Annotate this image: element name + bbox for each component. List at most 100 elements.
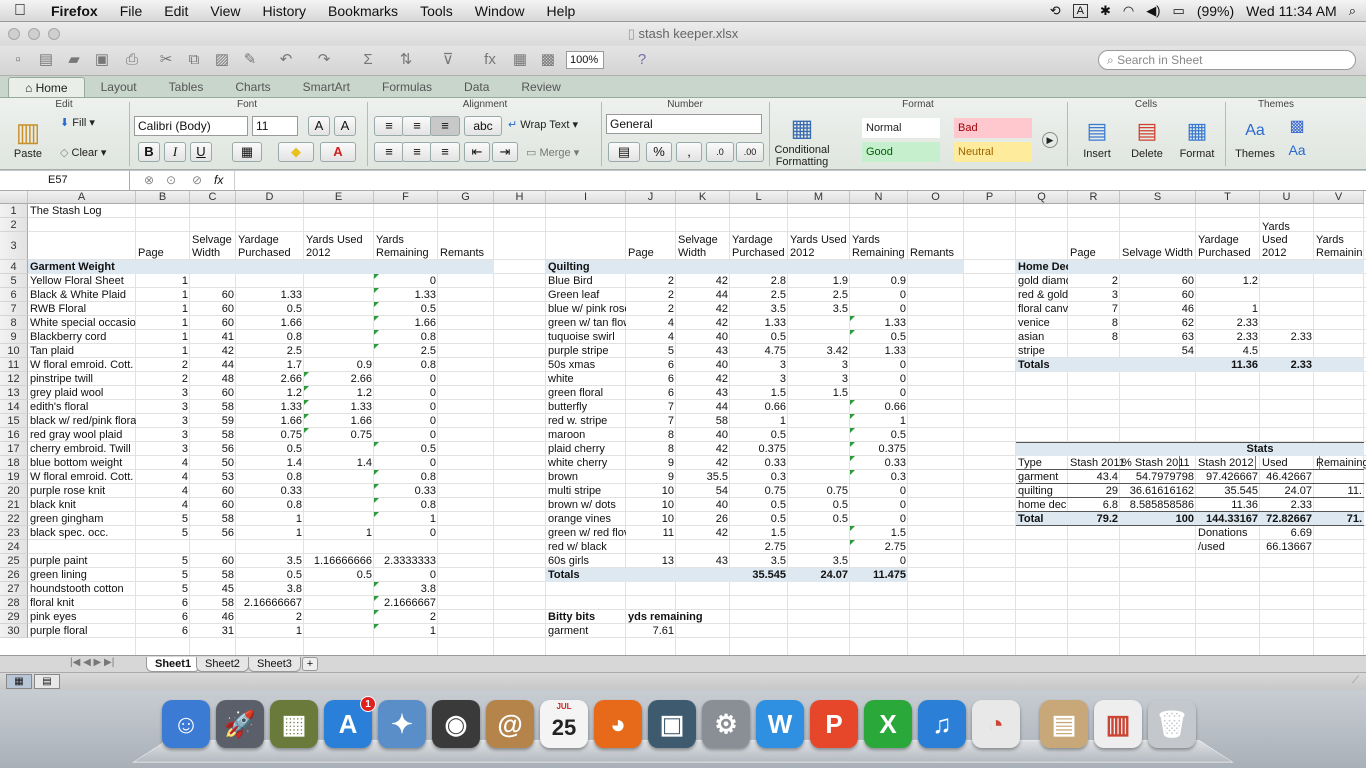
italic-icon[interactable]: I bbox=[164, 142, 186, 162]
address-book-icon[interactable]: @ bbox=[486, 700, 534, 748]
cell-N3[interactable]: Yards Remaining bbox=[850, 232, 908, 260]
cell-L26[interactable]: 35.545 bbox=[730, 568, 788, 582]
row-header-4[interactable]: 4 bbox=[0, 260, 28, 274]
cell-K25[interactable]: 43 bbox=[676, 554, 730, 568]
cell-D22[interactable]: 1 bbox=[236, 512, 304, 526]
cell-Q10[interactable]: stripe bbox=[1016, 344, 1068, 358]
row-header-20[interactable]: 20 bbox=[0, 484, 28, 498]
cell-Q11[interactable]: Totals bbox=[1016, 358, 1068, 372]
cell-A27[interactable]: houndstooth cotton bbox=[28, 582, 136, 596]
cell-B25[interactable]: 5 bbox=[136, 554, 190, 568]
cell-N23[interactable]: 1.5 bbox=[850, 526, 908, 540]
cell-M12[interactable]: 3 bbox=[788, 372, 850, 386]
cell-F23[interactable]: 0 bbox=[374, 526, 438, 540]
cell-D16[interactable]: 0.75 bbox=[236, 428, 304, 442]
cell-C11[interactable]: 44 bbox=[190, 358, 236, 372]
align-right-icon[interactable]: ≡ bbox=[430, 142, 460, 162]
cell-N14[interactable]: 0.66 bbox=[850, 400, 908, 414]
cell-L7[interactable]: 3.5 bbox=[730, 302, 788, 316]
cell-D30[interactable]: 1 bbox=[236, 624, 304, 638]
cell-N12[interactable]: 0 bbox=[850, 372, 908, 386]
cell-B11[interactable]: 2 bbox=[136, 358, 190, 372]
cell-E14[interactable]: 1.33 bbox=[304, 400, 374, 414]
cell-E25[interactable]: 1.16666666 bbox=[304, 554, 374, 568]
tab-tables[interactable]: Tables bbox=[153, 77, 220, 97]
apple-menu-icon[interactable]:  bbox=[0, 2, 40, 20]
cell-B17[interactable]: 3 bbox=[136, 442, 190, 456]
cell-I26[interactable]: Totals bbox=[546, 568, 626, 582]
cell-S7[interactable]: 46 bbox=[1120, 302, 1196, 316]
cell-F22[interactable]: 1 bbox=[374, 512, 438, 526]
cell-J22[interactable]: 10 bbox=[626, 512, 676, 526]
row-header-3[interactable]: 3 bbox=[0, 232, 28, 260]
bluetooth-icon[interactable]: ✱ bbox=[1100, 3, 1111, 19]
cell-S6[interactable]: 60 bbox=[1120, 288, 1196, 302]
row-header-26[interactable]: 26 bbox=[0, 568, 28, 582]
delete-button[interactable]: ▤ Delete bbox=[1124, 114, 1170, 160]
cell-N18[interactable]: 0.33 bbox=[850, 456, 908, 470]
tab-layout[interactable]: Layout bbox=[85, 77, 153, 97]
cell-N11[interactable]: 0 bbox=[850, 358, 908, 372]
cell-B9[interactable]: 1 bbox=[136, 330, 190, 344]
cell-Q22[interactable]: Total bbox=[1016, 512, 1068, 526]
cell-T9[interactable]: 2.33 bbox=[1196, 330, 1260, 344]
cell-J5[interactable]: 2 bbox=[626, 274, 676, 288]
column-header-V[interactable]: V bbox=[1314, 191, 1364, 204]
tab-home[interactable]: ⌂ Home bbox=[8, 77, 85, 97]
cell-U11[interactable]: 2.33 bbox=[1260, 358, 1314, 372]
cell-D10[interactable]: 2.5 bbox=[236, 344, 304, 358]
formula-input[interactable] bbox=[234, 171, 1354, 190]
launchpad-icon[interactable]: 🚀 bbox=[216, 700, 264, 748]
cell-I9[interactable]: tuquoise swirl bbox=[546, 330, 626, 344]
cell-A25[interactable]: purple paint bbox=[28, 554, 136, 568]
cell-A10[interactable]: Tan plaid bbox=[28, 344, 136, 358]
cell-N16[interactable]: 0.5 bbox=[850, 428, 908, 442]
cell-A18[interactable]: blue bottom weight bbox=[28, 456, 136, 470]
cell-J15[interactable]: 7 bbox=[626, 414, 676, 428]
zoom-box[interactable]: 100% bbox=[566, 51, 604, 69]
cell-R6[interactable]: 3 bbox=[1068, 288, 1120, 302]
column-header-M[interactable]: M bbox=[788, 191, 850, 204]
cell-D20[interactable]: 0.33 bbox=[236, 484, 304, 498]
cell-J9[interactable]: 4 bbox=[626, 330, 676, 344]
styles-next-icon[interactable]: ▶ bbox=[1042, 132, 1058, 148]
cell-K22[interactable]: 26 bbox=[676, 512, 730, 526]
fill-button[interactable]: ⬇ Fill ▾ bbox=[60, 116, 122, 129]
cell-R9[interactable]: 8 bbox=[1068, 330, 1120, 344]
cell-L16[interactable]: 0.5 bbox=[730, 428, 788, 442]
cell-J21[interactable]: 10 bbox=[626, 498, 676, 512]
row-header-15[interactable]: 15 bbox=[0, 414, 28, 428]
paste-icon[interactable]: ▨ bbox=[212, 51, 232, 69]
cell-J25[interactable]: 13 bbox=[626, 554, 676, 568]
column-header-I[interactable]: I bbox=[546, 191, 626, 204]
tab-smartart[interactable]: SmartArt bbox=[287, 77, 366, 97]
cell-C3[interactable]: Selvage Width bbox=[190, 232, 236, 260]
cell-L20[interactable]: 0.75 bbox=[730, 484, 788, 498]
column-header-D[interactable]: D bbox=[236, 191, 304, 204]
sheet-tab-sheet2[interactable]: Sheet2 bbox=[196, 657, 249, 672]
select-all-corner[interactable] bbox=[0, 191, 28, 204]
sheet-nav-arrows-icon[interactable]: |◀ ◀ ▶ ▶| bbox=[70, 657, 114, 668]
column-header-P[interactable]: P bbox=[964, 191, 1016, 204]
cell-L23[interactable]: 1.5 bbox=[730, 526, 788, 540]
cell-U3[interactable]: Yards Used 2012 bbox=[1260, 221, 1314, 260]
font-name-select[interactable]: Calibri (Body) bbox=[134, 116, 248, 136]
cell-I24[interactable]: red w/ black bbox=[546, 540, 626, 554]
cell-J6[interactable]: 2 bbox=[626, 288, 676, 302]
system-preferences-icon[interactable]: ⚙ bbox=[702, 700, 750, 748]
increase-decimal-icon[interactable]: .0 bbox=[706, 142, 734, 162]
cell-M26[interactable]: 24.07 bbox=[788, 568, 850, 582]
themes-button[interactable]: Aa Themes bbox=[1232, 114, 1278, 160]
cell-F13[interactable]: 0 bbox=[374, 386, 438, 400]
print-icon[interactable]: ⎙ bbox=[122, 51, 142, 69]
clear-button[interactable]: ◇ Clear ▾ bbox=[60, 146, 122, 159]
cell-N15[interactable]: 1 bbox=[850, 414, 908, 428]
increase-indent-icon[interactable]: ⇥ bbox=[492, 142, 518, 162]
cell-E11[interactable]: 0.9 bbox=[304, 358, 374, 372]
itunes-icon[interactable]: ♫ bbox=[918, 700, 966, 748]
cell-C26[interactable]: 58 bbox=[190, 568, 236, 582]
cell-D11[interactable]: 1.7 bbox=[236, 358, 304, 372]
cell-K13[interactable]: 43 bbox=[676, 386, 730, 400]
cell-F16[interactable]: 0 bbox=[374, 428, 438, 442]
cell-C6[interactable]: 60 bbox=[190, 288, 236, 302]
